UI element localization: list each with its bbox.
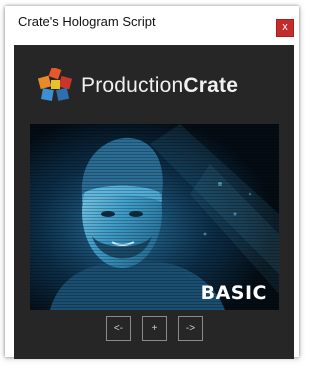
close-icon: x — [282, 21, 288, 33]
app-window: Crate's Hologram Script x ProductionCrat… — [5, 6, 299, 359]
hologram-preview-image: BASIC — [30, 124, 279, 310]
preview-style-label: BASIC — [200, 282, 267, 304]
crate-logo-icon — [37, 68, 73, 101]
add-button[interactable]: + — [142, 316, 167, 341]
next-button[interactable]: -> — [178, 316, 203, 341]
brand-wordmark: ProductionCrate — [81, 74, 238, 98]
window-title: Crate's Hologram Script — [18, 14, 156, 29]
brand-name-bold: Crate — [183, 74, 239, 97]
brand-name-regular: Production — [81, 74, 184, 97]
main-panel: ProductionCrate BASIC <- + -> — [14, 45, 294, 359]
close-button[interactable]: x — [276, 19, 294, 37]
previous-button[interactable]: <- — [106, 316, 131, 341]
title-bar: Crate's Hologram Script x — [5, 6, 299, 39]
brand-logo: ProductionCrate — [36, 68, 286, 104]
preview-navigation: <- + -> — [106, 316, 216, 341]
